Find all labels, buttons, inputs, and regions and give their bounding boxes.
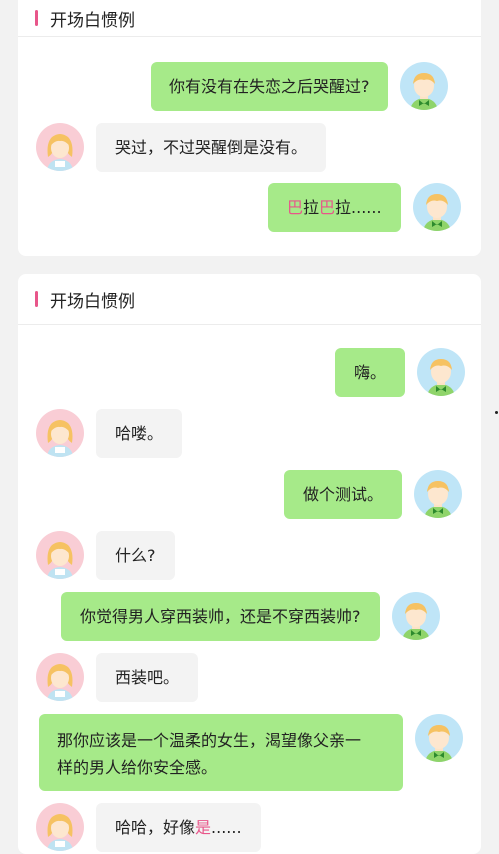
message-sent: 你有没有在失恋之后哭醒过? bbox=[151, 62, 448, 111]
message-text-highlight: 是 bbox=[195, 818, 212, 837]
message-bubble: 巴拉巴拉...... bbox=[268, 183, 401, 232]
edge-dot bbox=[495, 411, 498, 414]
message-bubble: 你有没有在失恋之后哭醒过? bbox=[151, 62, 388, 111]
user-avatar[interactable] bbox=[400, 62, 448, 110]
message-sent: 嗨。 bbox=[335, 348, 465, 397]
message-text: 哈哈，好像 bbox=[115, 818, 196, 837]
card-header: 开场白惯例 bbox=[18, 0, 481, 37]
message-sent: 做个测试。 bbox=[284, 470, 462, 519]
card-title: 开场白惯例 bbox=[50, 291, 135, 312]
user-avatar[interactable] bbox=[413, 183, 461, 231]
message-received: 什么? bbox=[36, 531, 175, 580]
message-text-line: 那你应该是一个温柔的女生，渴望像父亲一 bbox=[57, 731, 362, 750]
message-text-highlight: 巴 bbox=[319, 198, 336, 217]
message-sent: 那你应该是一个温柔的女生，渴望像父亲一 样的男人给你安全感。 bbox=[39, 714, 463, 791]
message-text-line: 样的男人给你安全感。 bbox=[57, 758, 218, 777]
message-received: 哈喽。 bbox=[36, 409, 183, 458]
message-text: 你有没有在失恋之后哭醒过? bbox=[169, 77, 370, 96]
message-received: 哈哈，好像是...... bbox=[36, 803, 261, 852]
message-received: 哭过，不过哭醒倒是没有。 bbox=[36, 123, 327, 172]
user-avatar[interactable] bbox=[417, 348, 465, 396]
user-avatar[interactable] bbox=[414, 470, 462, 518]
message-bubble: 你觉得男人穿西装帅，还是不穿西装帅? bbox=[61, 592, 380, 641]
message-text: 你觉得男人穿西装帅，还是不穿西装帅? bbox=[80, 607, 361, 626]
message-text: 哭过，不过哭醒倒是没有。 bbox=[115, 138, 308, 157]
message-text: 拉 bbox=[303, 198, 320, 217]
message-bubble: 西装吧。 bbox=[96, 653, 199, 702]
message-bubble: 那你应该是一个温柔的女生，渴望像父亲一 样的男人给你安全感。 bbox=[39, 714, 403, 791]
user-avatar[interactable] bbox=[415, 714, 463, 762]
girl-avatar[interactable] bbox=[36, 531, 84, 579]
message-bubble: 嗨。 bbox=[335, 348, 406, 397]
message-bubble: 做个测试。 bbox=[284, 470, 403, 519]
chat-card-1: 开场白惯例 你有没有在失恋之后哭醒过? 哭过，不过哭醒倒是没有。 巴拉巴拉...… bbox=[18, 0, 481, 256]
chat-card-2: 开场白惯例 嗨。 哈喽。 做个测试。 什么? 你觉得男人穿西装帅，还是不穿西装帅… bbox=[18, 274, 481, 854]
girl-avatar[interactable] bbox=[36, 803, 84, 851]
title-accent-bar bbox=[35, 291, 38, 307]
message-received: 西装吧。 bbox=[36, 653, 199, 702]
card-header: 开场白惯例 bbox=[18, 274, 481, 325]
message-text: 拉...... bbox=[335, 198, 382, 217]
message-sent: 你觉得男人穿西装帅，还是不穿西装帅? bbox=[61, 592, 440, 641]
message-bubble: 哈喽。 bbox=[96, 409, 183, 458]
card-title: 开场白惯例 bbox=[50, 10, 135, 31]
message-text: 做个测试。 bbox=[303, 485, 384, 504]
message-bubble: 什么? bbox=[96, 531, 175, 580]
message-text: 嗨。 bbox=[354, 363, 387, 382]
title-accent-bar bbox=[35, 10, 38, 26]
message-text: 西装吧。 bbox=[115, 668, 180, 687]
message-text: 什么? bbox=[115, 546, 156, 565]
user-avatar[interactable] bbox=[392, 592, 440, 640]
message-sent: 巴拉巴拉...... bbox=[268, 183, 461, 232]
girl-avatar[interactable] bbox=[36, 653, 84, 701]
message-text: ...... bbox=[211, 818, 242, 837]
message-text: 哈喽。 bbox=[115, 424, 164, 443]
girl-avatar[interactable] bbox=[36, 123, 84, 171]
girl-avatar[interactable] bbox=[36, 409, 84, 457]
message-text-highlight: 巴 bbox=[287, 198, 304, 217]
message-bubble: 哈哈，好像是...... bbox=[96, 803, 261, 852]
message-bubble: 哭过，不过哭醒倒是没有。 bbox=[96, 123, 327, 172]
